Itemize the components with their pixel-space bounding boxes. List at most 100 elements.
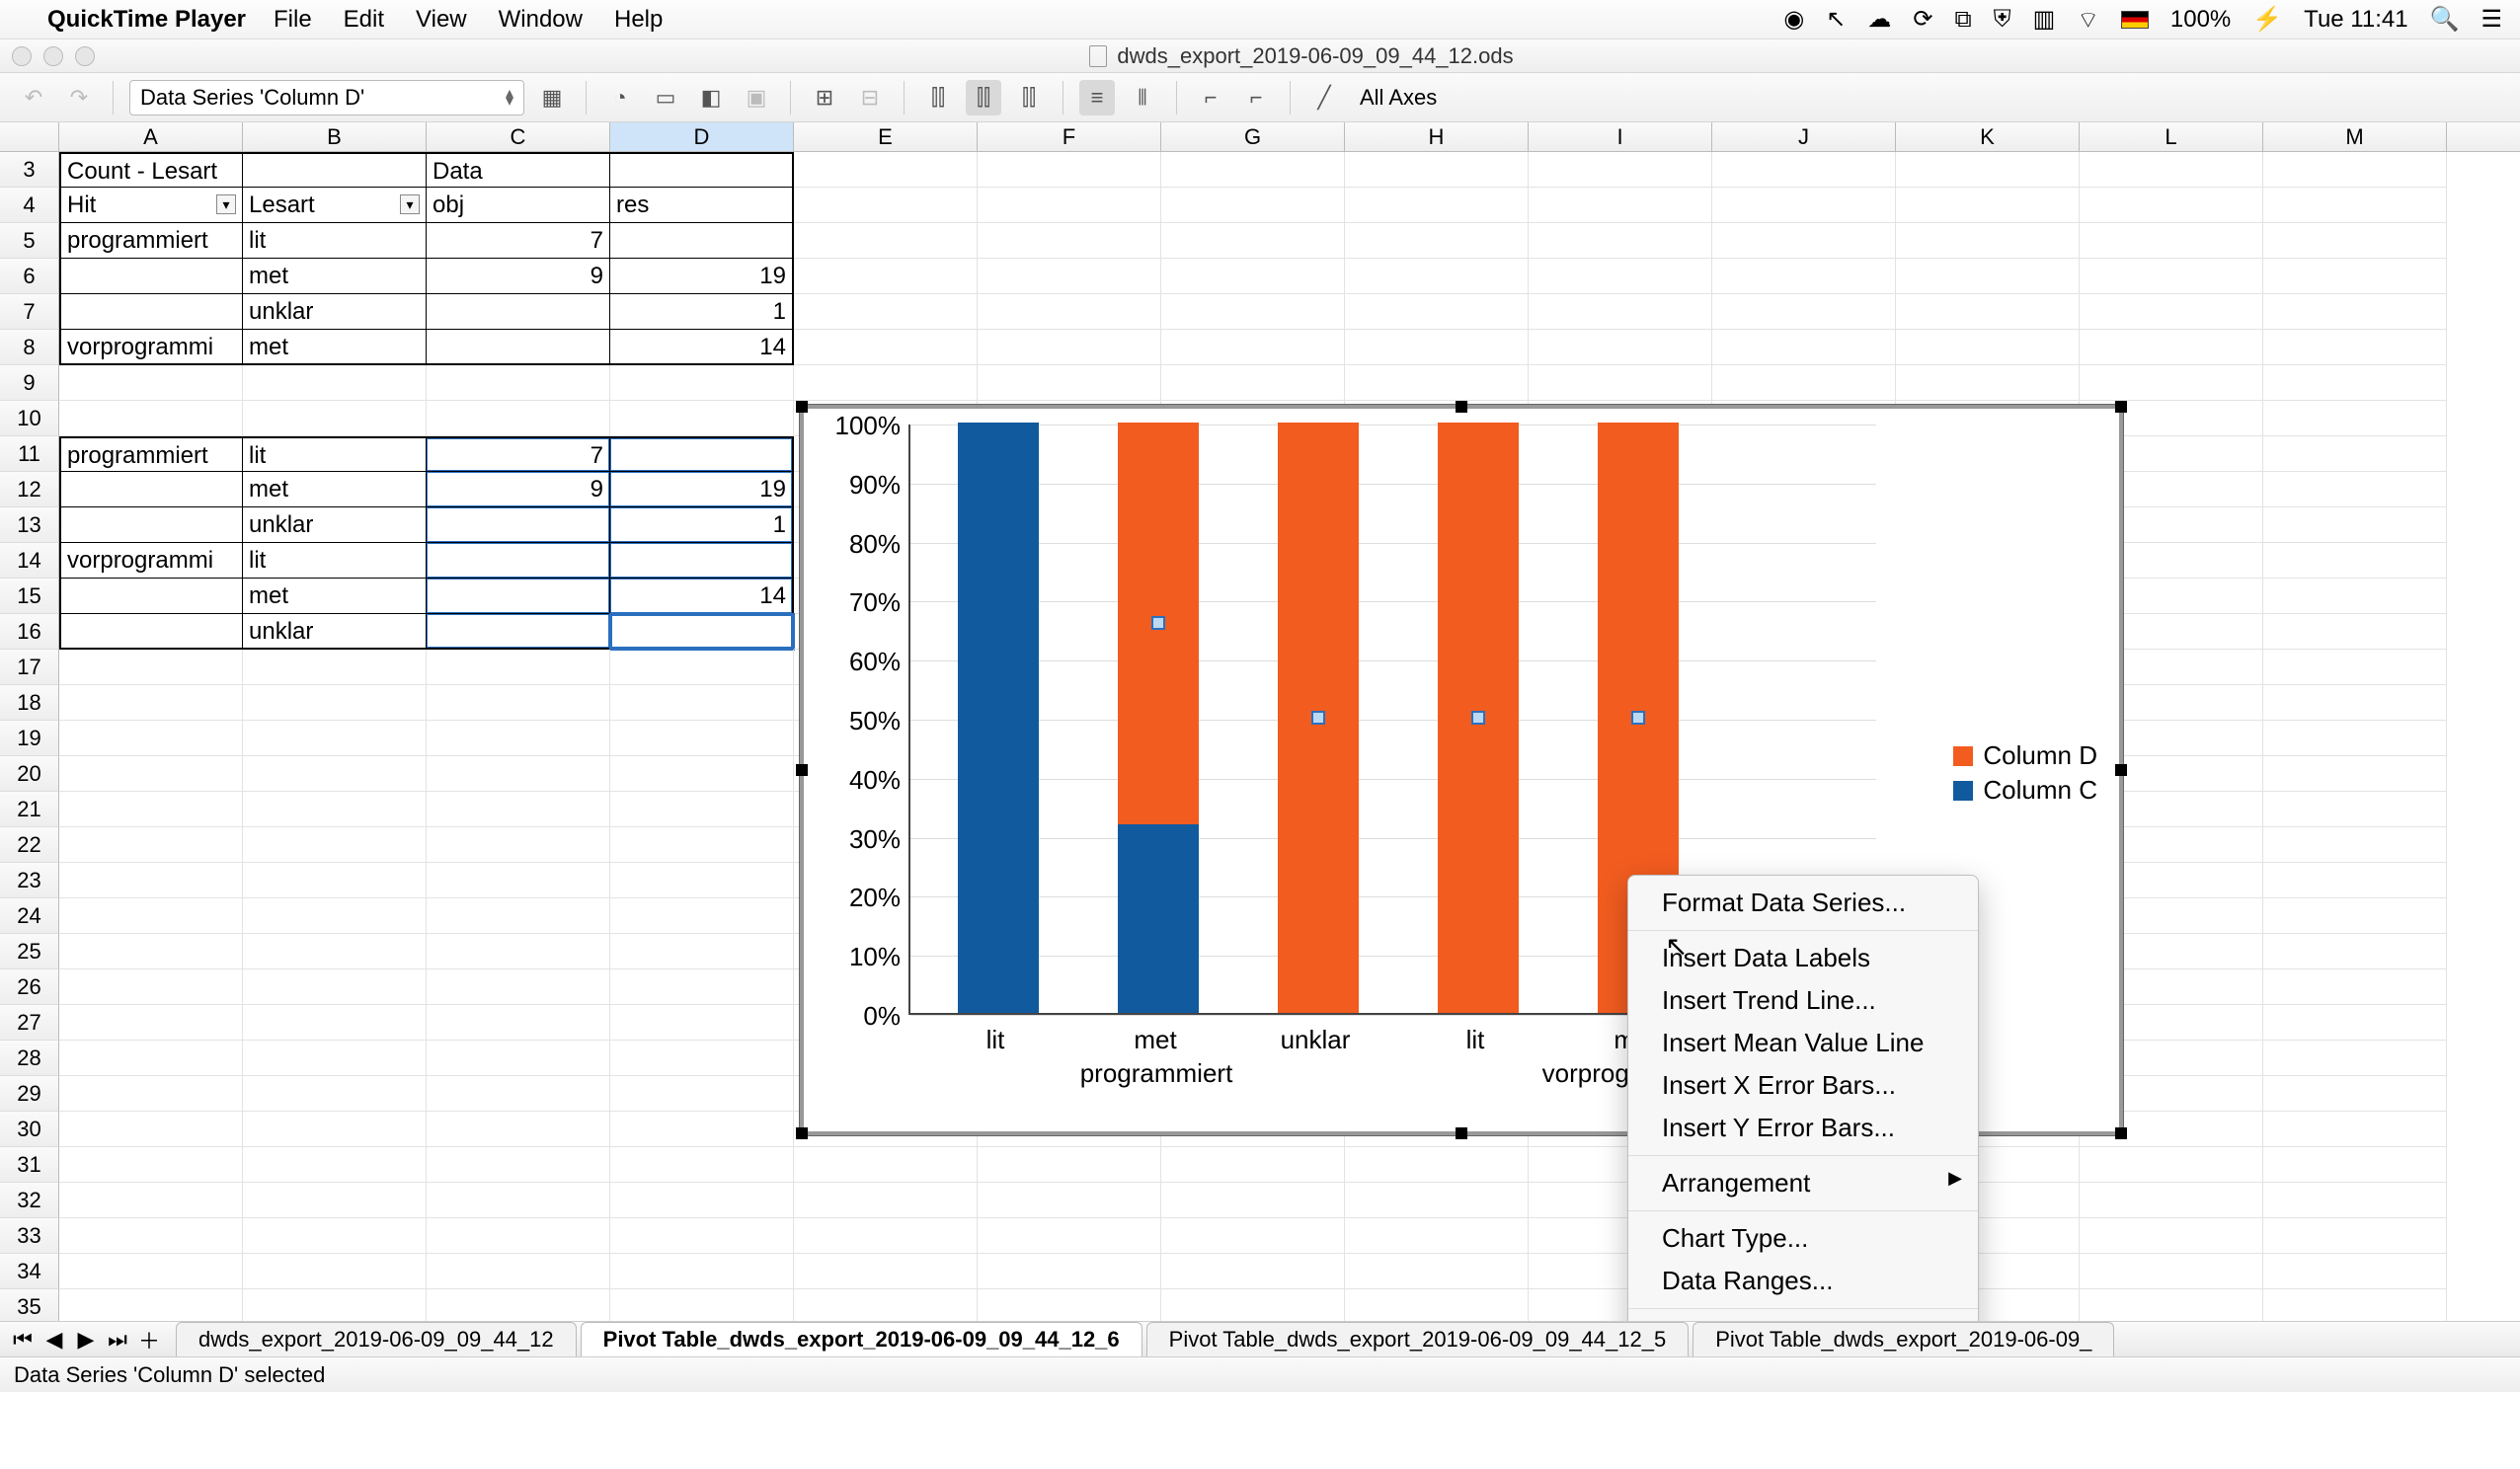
row-header-31[interactable]: 31 — [0, 1147, 59, 1183]
cell-B25[interactable] — [243, 934, 427, 969]
cell-B31[interactable] — [243, 1147, 427, 1183]
cell-C22[interactable] — [427, 827, 610, 863]
cell-D4[interactable]: res — [610, 188, 794, 223]
cell-C17[interactable] — [427, 650, 610, 685]
cell-A20[interactable] — [59, 756, 243, 792]
cell-L3[interactable] — [2080, 152, 2263, 188]
cell-M16[interactable] — [2263, 614, 2447, 650]
cell-D34[interactable] — [610, 1254, 794, 1289]
cell-B19[interactable] — [243, 721, 427, 756]
cell-A4[interactable]: Hit▾ — [59, 188, 243, 223]
cell-F3[interactable] — [978, 152, 1161, 188]
cell-B34[interactable] — [243, 1254, 427, 1289]
cell-A28[interactable] — [59, 1041, 243, 1076]
cell-A29[interactable] — [59, 1076, 243, 1112]
cell-D17[interactable] — [610, 650, 794, 685]
row-header-15[interactable]: 15 — [0, 579, 59, 614]
cell-C24[interactable] — [427, 898, 610, 934]
cell-G33[interactable] — [1161, 1218, 1345, 1254]
app-name[interactable]: QuickTime Player — [47, 6, 246, 34]
cell-C4[interactable]: obj — [427, 188, 610, 223]
cell-K3[interactable] — [1896, 152, 2080, 188]
cell-A7[interactable] — [59, 294, 243, 330]
cell-B16[interactable]: unklar — [243, 614, 427, 650]
cell-H8[interactable] — [1345, 330, 1529, 365]
cell-A35[interactable] — [59, 1289, 243, 1325]
cell-J7[interactable] — [1712, 294, 1896, 330]
cell-C23[interactable] — [427, 863, 610, 898]
cell-B23[interactable] — [243, 863, 427, 898]
cell-G4[interactable] — [1161, 188, 1345, 223]
cell-G34[interactable] — [1161, 1254, 1345, 1289]
ctx-chart-type[interactable]: Chart Type... — [1628, 1217, 1978, 1260]
cell-D23[interactable] — [610, 863, 794, 898]
cell-A27[interactable] — [59, 1005, 243, 1041]
cell-D28[interactable] — [610, 1041, 794, 1076]
cell-D29[interactable] — [610, 1076, 794, 1112]
grid-h-button[interactable]: ≡ — [1079, 80, 1115, 116]
row-header-12[interactable]: 12 — [0, 472, 59, 507]
cell-M3[interactable] — [2263, 152, 2447, 188]
cell-B14[interactable]: lit — [243, 543, 427, 579]
chart-wall-button[interactable]: ◧ — [693, 80, 729, 116]
row-header-35[interactable]: 35 — [0, 1289, 59, 1325]
ctx-insert-trend-line[interactable]: Insert Trend Line... — [1628, 979, 1978, 1022]
cell-D33[interactable] — [610, 1218, 794, 1254]
column-header-B[interactable]: B — [243, 122, 427, 151]
chart-area-button[interactable]: ▭ — [648, 80, 683, 116]
cell-J8[interactable] — [1712, 330, 1896, 365]
cell-D31[interactable] — [610, 1147, 794, 1183]
cell-B13[interactable]: unklar — [243, 507, 427, 543]
input-flag-icon[interactable] — [2121, 11, 2149, 29]
cell-F31[interactable] — [978, 1147, 1161, 1183]
cell-A19[interactable] — [59, 721, 243, 756]
cell-M17[interactable] — [2263, 650, 2447, 685]
cell-M13[interactable] — [2263, 507, 2447, 543]
cell-C10[interactable] — [427, 401, 610, 436]
cell-B30[interactable] — [243, 1112, 427, 1147]
cell-F35[interactable] — [978, 1289, 1161, 1325]
cell-M34[interactable] — [2263, 1254, 2447, 1289]
cell-M23[interactable] — [2263, 863, 2447, 898]
cell-M20[interactable] — [2263, 756, 2447, 792]
cell-F33[interactable] — [978, 1218, 1161, 1254]
cell-C30[interactable] — [427, 1112, 610, 1147]
cell-M4[interactable] — [2263, 188, 2447, 223]
cell-F4[interactable] — [978, 188, 1161, 223]
cell-B9[interactable] — [243, 365, 427, 401]
cell-A5[interactable]: programmiert — [59, 223, 243, 259]
column-header-J[interactable]: J — [1712, 122, 1896, 151]
bar-1[interactable] — [1118, 423, 1199, 1013]
cell-C8[interactable] — [427, 330, 610, 365]
cell-H5[interactable] — [1345, 223, 1529, 259]
cell-D16[interactable] — [610, 614, 794, 650]
cell-B15[interactable]: met — [243, 579, 427, 614]
cell-C14[interactable] — [427, 543, 610, 579]
column-header-M[interactable]: M — [2263, 122, 2447, 151]
cell-M27[interactable] — [2263, 1005, 2447, 1041]
cell-M24[interactable] — [2263, 898, 2447, 934]
cell-B20[interactable] — [243, 756, 427, 792]
cell-C34[interactable] — [427, 1254, 610, 1289]
cell-C21[interactable] — [427, 792, 610, 827]
cell-C5[interactable]: 7 — [427, 223, 610, 259]
cell-D14[interactable] — [610, 543, 794, 579]
cell-E31[interactable] — [794, 1147, 978, 1183]
menu-icon[interactable]: ☰ — [2481, 5, 2502, 34]
tab-next-button[interactable]: ▶ — [73, 1327, 99, 1353]
cell-C18[interactable] — [427, 685, 610, 721]
column-header-A[interactable]: A — [59, 122, 243, 151]
dropbox-icon[interactable]: ⧉ — [1955, 6, 1972, 34]
cell-M18[interactable] — [2263, 685, 2447, 721]
menu-edit[interactable]: Edit — [344, 6, 384, 34]
cell-F7[interactable] — [978, 294, 1161, 330]
cell-E6[interactable] — [794, 259, 978, 294]
column-header-C[interactable]: C — [427, 122, 610, 151]
cell-L35[interactable] — [2080, 1289, 2263, 1325]
cell-C28[interactable] — [427, 1041, 610, 1076]
menu-file[interactable]: File — [274, 6, 312, 34]
cell-M29[interactable] — [2263, 1076, 2447, 1112]
cell-A32[interactable] — [59, 1183, 243, 1218]
cell-D7[interactable]: 1 — [610, 294, 794, 330]
cell-J5[interactable] — [1712, 223, 1896, 259]
